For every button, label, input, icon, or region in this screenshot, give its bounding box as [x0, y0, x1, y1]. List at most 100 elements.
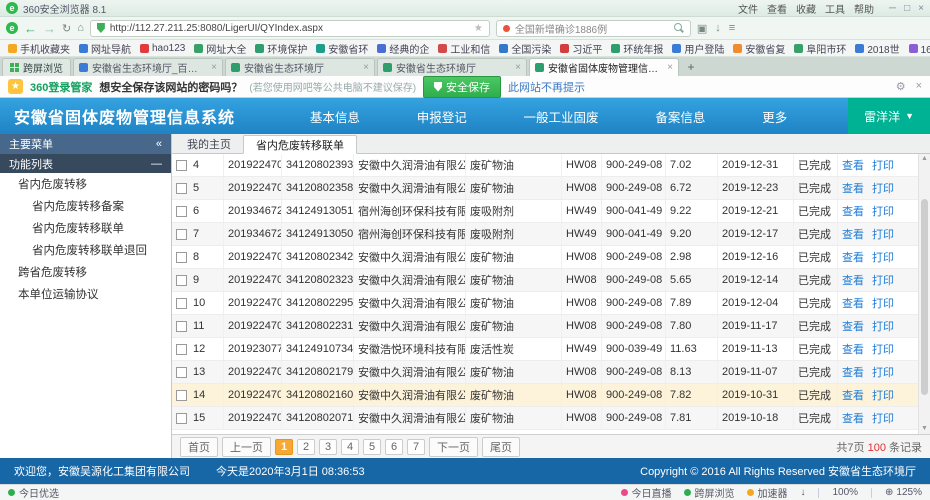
- refresh-icon[interactable]: ↻: [62, 22, 71, 35]
- home-icon[interactable]: ⌂: [77, 22, 84, 34]
- print-link[interactable]: 打印: [872, 180, 894, 196]
- zoom-control[interactable]: ⊕ 125%: [885, 487, 922, 498]
- table-row[interactable]: 13 201922470 34120802179 安徽中久润滑油有限公... 废…: [172, 361, 918, 384]
- sidebar-item[interactable]: 跨省危废转移: [0, 261, 171, 283]
- print-link[interactable]: 打印: [872, 295, 894, 311]
- scroll-down-icon[interactable]: ▼: [919, 424, 930, 434]
- browser-tab[interactable]: 安徽省固体废物管理信息系统 ×: [529, 58, 679, 76]
- sidebar-item[interactable]: 本单位运输协议: [0, 283, 171, 305]
- tab-close-icon[interactable]: ×: [667, 62, 673, 73]
- user-menu[interactable]: 雷洋洋 ▼: [848, 98, 930, 134]
- print-link[interactable]: 打印: [872, 157, 894, 173]
- page-prev-button[interactable]: 上一页: [222, 437, 271, 457]
- bookmark-item[interactable]: 安徽省环: [316, 41, 368, 56]
- back-icon[interactable]: ←: [24, 22, 37, 35]
- table-row[interactable]: 9 201922470 34120802323 安徽中久润滑油有限公... 废矿…: [172, 269, 918, 292]
- page-number-button[interactable]: 3: [319, 439, 337, 455]
- notification-settings-icon[interactable]: ⚙: [896, 80, 906, 93]
- row-checkbox[interactable]: [176, 206, 187, 217]
- view-link[interactable]: 查看: [842, 157, 864, 173]
- browser-menu-logo-icon[interactable]: e: [6, 22, 18, 34]
- row-checkbox[interactable]: [176, 183, 187, 194]
- sidebar-item[interactable]: 省内危废转移联单: [0, 217, 171, 239]
- bookmark-item[interactable]: 用户登陆: [672, 41, 724, 56]
- forward-icon[interactable]: →: [43, 22, 56, 35]
- bookmark-item[interactable]: 安徽省复: [733, 41, 785, 56]
- tab-close-icon[interactable]: ×: [363, 62, 369, 73]
- status-item[interactable]: 今日直播: [621, 485, 671, 500]
- network-speed[interactable]: 100%: [832, 487, 858, 498]
- status-item[interactable]: 加速器: [747, 485, 787, 500]
- row-checkbox[interactable]: [176, 298, 187, 309]
- row-checkbox[interactable]: [176, 367, 187, 378]
- sidebar-collapse-icon[interactable]: «: [156, 138, 162, 150]
- dismiss-site-link[interactable]: 此网站不再提示: [508, 79, 585, 95]
- url-input[interactable]: http://112.27.211.25:8080/LigerUI/QYInde…: [90, 20, 490, 37]
- row-checkbox[interactable]: [176, 252, 187, 263]
- favorite-star-icon[interactable]: ★: [474, 23, 483, 34]
- table-row[interactable]: 14 201922470 34120802160 安徽中久润滑油有限公... 废…: [172, 384, 918, 407]
- bookmark-item[interactable]: hao123: [140, 43, 185, 54]
- page-next-button[interactable]: 下一页: [429, 437, 478, 457]
- bookmark-item[interactable]: 16年环: [909, 41, 930, 56]
- view-link[interactable]: 查看: [842, 364, 864, 380]
- status-left-button[interactable]: 今日优选: [8, 485, 59, 500]
- browser-menu-item[interactable]: 查看: [767, 1, 787, 16]
- row-checkbox[interactable]: [176, 413, 187, 424]
- print-link[interactable]: 打印: [872, 318, 894, 334]
- secure-save-button[interactable]: 安全保存: [423, 76, 501, 98]
- bookmark-item[interactable]: 网址导航: [79, 41, 131, 56]
- app-nav-item[interactable]: 基本信息: [304, 107, 366, 126]
- page-last-button[interactable]: 尾页: [482, 437, 520, 457]
- multiview-button[interactable]: 跨屏浏览: [2, 58, 71, 76]
- print-link[interactable]: 打印: [872, 364, 894, 380]
- print-link[interactable]: 打印: [872, 272, 894, 288]
- print-link[interactable]: 打印: [872, 249, 894, 265]
- table-row[interactable]: 15 201922470 34120802071 安徽中久润滑油有限公... 废…: [172, 407, 918, 430]
- row-checkbox[interactable]: [176, 344, 187, 355]
- page-number-button[interactable]: 7: [407, 439, 425, 455]
- notification-close-icon[interactable]: ×: [916, 80, 922, 93]
- bookmark-item[interactable]: 工业和信: [438, 41, 490, 56]
- screenshot-icon[interactable]: ▣: [697, 22, 707, 35]
- app-nav-item[interactable]: 申报登记: [411, 107, 473, 126]
- row-checkbox[interactable]: [176, 160, 187, 171]
- page-number-button[interactable]: 5: [363, 439, 381, 455]
- bookmark-item[interactable]: 全国污染: [499, 41, 551, 56]
- view-link[interactable]: 查看: [842, 203, 864, 219]
- print-link[interactable]: 打印: [872, 387, 894, 403]
- bookmark-item[interactable]: 2018世: [855, 41, 899, 56]
- print-link[interactable]: 打印: [872, 226, 894, 242]
- view-link[interactable]: 查看: [842, 180, 864, 196]
- table-row[interactable]: 4 201922470 34120802393 安徽中久润滑油有限公... 废矿…: [172, 154, 918, 177]
- print-link[interactable]: 打印: [872, 410, 894, 426]
- new-tab-button[interactable]: +: [681, 60, 701, 76]
- sidebar-item[interactable]: 省内危废转移: [0, 173, 171, 195]
- search-icon[interactable]: [674, 23, 684, 33]
- table-row[interactable]: 10 201922470 34120802295 安徽中久润滑油有限公... 废…: [172, 292, 918, 315]
- app-nav-item[interactable]: 一般工业固废: [518, 107, 605, 126]
- app-nav-item[interactable]: 备案信息: [649, 107, 711, 126]
- scrollbar-thumb[interactable]: [921, 199, 928, 395]
- main-menu-icon[interactable]: ≡: [729, 22, 735, 34]
- view-link[interactable]: 查看: [842, 249, 864, 265]
- table-row[interactable]: 5 201922470 34120802358 安徽中久润滑油有限公... 废矿…: [172, 177, 918, 200]
- bookmark-item[interactable]: 阜阳市环: [794, 41, 846, 56]
- view-link[interactable]: 查看: [842, 387, 864, 403]
- table-scrollbar[interactable]: ▲ ▼: [918, 154, 930, 434]
- table-row[interactable]: 6 201934672 34124913051 宿州海创环保科技有限... 废吸…: [172, 200, 918, 223]
- download-manager-icon[interactable]: ↓: [800, 487, 805, 498]
- page-first-button[interactable]: 首页: [180, 437, 218, 457]
- minimize-button[interactable]: ─: [889, 3, 896, 14]
- table-row[interactable]: 11 201922470 34120802231 安徽中久润滑油有限公... 废…: [172, 315, 918, 338]
- view-link[interactable]: 查看: [842, 295, 864, 311]
- sidebar-item[interactable]: 省内危废转移联单退回: [0, 239, 171, 261]
- view-link[interactable]: 查看: [842, 226, 864, 242]
- bookmark-item[interactable]: 环统年报: [611, 41, 663, 56]
- browser-menu-item[interactable]: 工具: [825, 1, 845, 16]
- sidebar-item[interactable]: 省内危废转移备案: [0, 195, 171, 217]
- view-link[interactable]: 查看: [842, 410, 864, 426]
- status-item[interactable]: 跨屏浏览: [684, 485, 734, 500]
- section-collapse-icon[interactable]: —: [151, 158, 162, 170]
- bookmark-item[interactable]: 习近平: [560, 41, 602, 56]
